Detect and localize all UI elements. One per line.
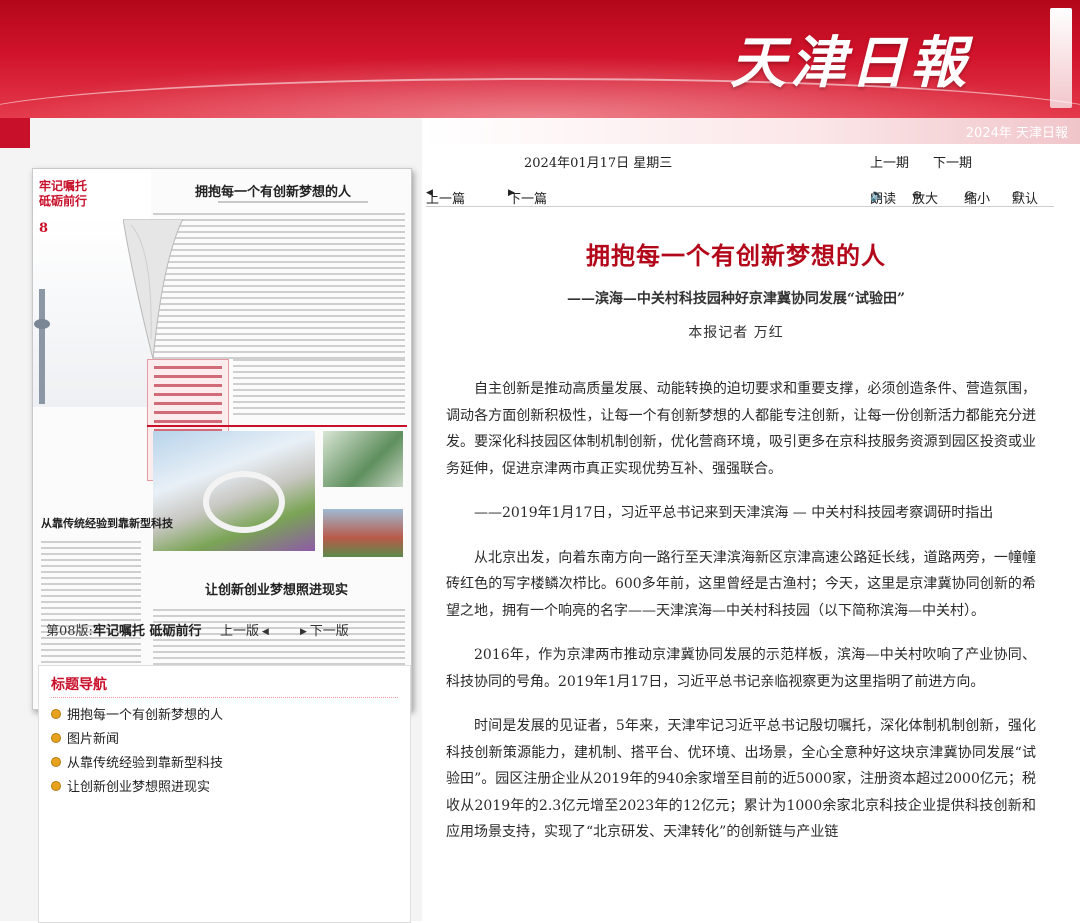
thumbnail-corner-title: 牢记嘱托 砥砺前行: [39, 179, 87, 209]
issue-date: 2024年01月17日 星期三: [524, 156, 673, 171]
article-paragraph: 2016年，作为京津两市推动京津冀协同发展的示范样板，滨海—中关村吹响了产业协同…: [446, 647, 1036, 690]
title-nav-heading: 标题导航: [51, 677, 107, 693]
next-edition-link[interactable]: ▶ 下一版: [300, 620, 349, 639]
banner-side-ornament: [1050, 8, 1072, 108]
speaker-icon: 🔈: [870, 188, 885, 202]
next-issue-link[interactable]: 下一期: [933, 152, 972, 171]
thumbnail-text-block-mid: [233, 359, 405, 419]
prev-article-label: 上一篇: [426, 192, 466, 207]
minus-circle-icon: ⊖: [964, 188, 975, 202]
edition-label: 第08版:: [46, 624, 93, 639]
article-column: 2024年01月17日 星期三 上一期 下一期 ◀ 上一篇 下一篇 ▶ 朗读 🔈 …: [422, 144, 1080, 921]
thumbnail-photo-lab: [323, 431, 403, 487]
title-nav-list: 拥抱每一个有创新梦想的人 图片新闻 从靠传统经验到靠新型科技 让创新创业梦想照进…: [51, 704, 223, 800]
article-body: 自主创新是推动高质量发展、动能转换的迫切要求和重要支撑，必须创造条件、营造氛围，…: [446, 376, 1036, 864]
triangle-right-icon: ▶: [508, 188, 515, 198]
prev-edition-link[interactable]: 上一版 ◀: [220, 620, 269, 639]
thumbnail-photo-park: [153, 431, 315, 551]
banner-strip: 2024年 天津日報: [422, 118, 1080, 144]
left-column: 牢记嘱托 砥砺前行 8 拥抱每一个有创新梦想的人 从靠传统经验到靠新型科技 让创…: [0, 118, 422, 923]
article-paragraph: 自主创新是推动高质量发展、动能转换的迫切要求和重要支撑，必须创造条件、营造氛围，…: [446, 381, 1036, 477]
title-nav-item[interactable]: 从靠传统经验到靠新型科技: [51, 752, 223, 776]
prev-issue-link[interactable]: 上一期: [870, 152, 909, 171]
title-nav-divider: [51, 697, 398, 698]
article-paragraph: 从北京出发，向着东南方向一路行至天津滨海新区京津高速公路延长线，道路两旁，一幢幢…: [446, 549, 1036, 619]
title-nav-item-label: 让创新创业梦想照进现实: [67, 780, 211, 795]
thumbnail-headline-3: 让创新创业梦想照进现实: [205, 583, 349, 598]
thumbnail-corner-title-2: 砥砺前行: [39, 194, 88, 208]
article-paragraph: 时间是发展的见证者，5年来，天津牢记习近平总书记殷切嘱托，深化体制机制创新，强化…: [446, 718, 1036, 840]
triangle-left-icon: ◀: [259, 627, 269, 637]
circle-icon: ○: [1012, 188, 1023, 202]
title-nav-item-label: 拥抱每一个有创新梦想的人: [67, 708, 224, 723]
thumbnail-corner-title-1: 牢记嘱托: [39, 179, 88, 193]
thumbnail-headline-2: 从靠传统经验到靠新型科技: [41, 517, 173, 530]
title-nav-item[interactable]: 图片新闻: [51, 728, 223, 752]
title-nav-item[interactable]: 让创新创业梦想照进现实: [51, 776, 223, 800]
article-paragraph: ——2019年1月17日，习近平总书记来到天津滨海 — 中关村科技园考察调研时指…: [474, 505, 994, 521]
title-nav-item-label: 从靠传统经验到靠新型科技: [67, 756, 224, 771]
edition-title: 牢记嘱托 砥砺前行: [92, 624, 202, 639]
title-nav-item[interactable]: 拥抱每一个有创新梦想的人: [51, 704, 223, 728]
article-title: 拥抱每一个有创新梦想的人: [586, 242, 886, 270]
edition-bar: 第08版:牢记嘱托 砥砺前行 上一版 ◀ ▶ 下一版: [46, 620, 416, 660]
bullet-icon: [51, 733, 61, 743]
prev-edition-label: 上一版: [220, 624, 260, 639]
article-byline: 本报记者 万红: [688, 325, 784, 341]
page-curl-icon: [123, 219, 184, 359]
plus-circle-icon: ⊕: [912, 188, 923, 202]
article-toolbar: ◀ 上一篇 下一篇 ▶ 朗读 🔈 放大 ⊕ 缩小 ⊖ 默认 ○: [426, 184, 1054, 207]
title-nav-panel: 标题导航 拥抱每一个有创新梦想的人 图片新闻 从靠传统经验到靠新型科技 让创新创…: [38, 665, 411, 923]
header-banner: 天津日報: [0, 0, 1080, 118]
banner-faint-text: 2024年 天津日報: [965, 126, 1068, 141]
masthead-logo: 天津日報: [730, 30, 970, 96]
next-edition-label: 下一版: [309, 624, 349, 639]
thumbnail-text-line: [218, 201, 368, 203]
left-red-corner: [0, 118, 30, 148]
thumbnail-photo-campus: [323, 509, 403, 557]
article-subtitle: ——滨海—中关村科技园种好京津冀协同发展“试验田”: [566, 291, 906, 307]
bullet-icon: [51, 781, 61, 791]
triangle-right-icon: ▶: [300, 627, 310, 637]
thumbnail-headline-1: 拥抱每一个有创新梦想的人: [195, 185, 352, 200]
bullet-icon: [51, 757, 61, 767]
thumbnail-divider: [147, 425, 407, 427]
bullet-icon: [51, 709, 61, 719]
thumbnail-tower-image: [34, 289, 50, 404]
thumbnail-page-number: 8: [39, 221, 49, 236]
title-nav-item-label: 图片新闻: [67, 732, 120, 747]
